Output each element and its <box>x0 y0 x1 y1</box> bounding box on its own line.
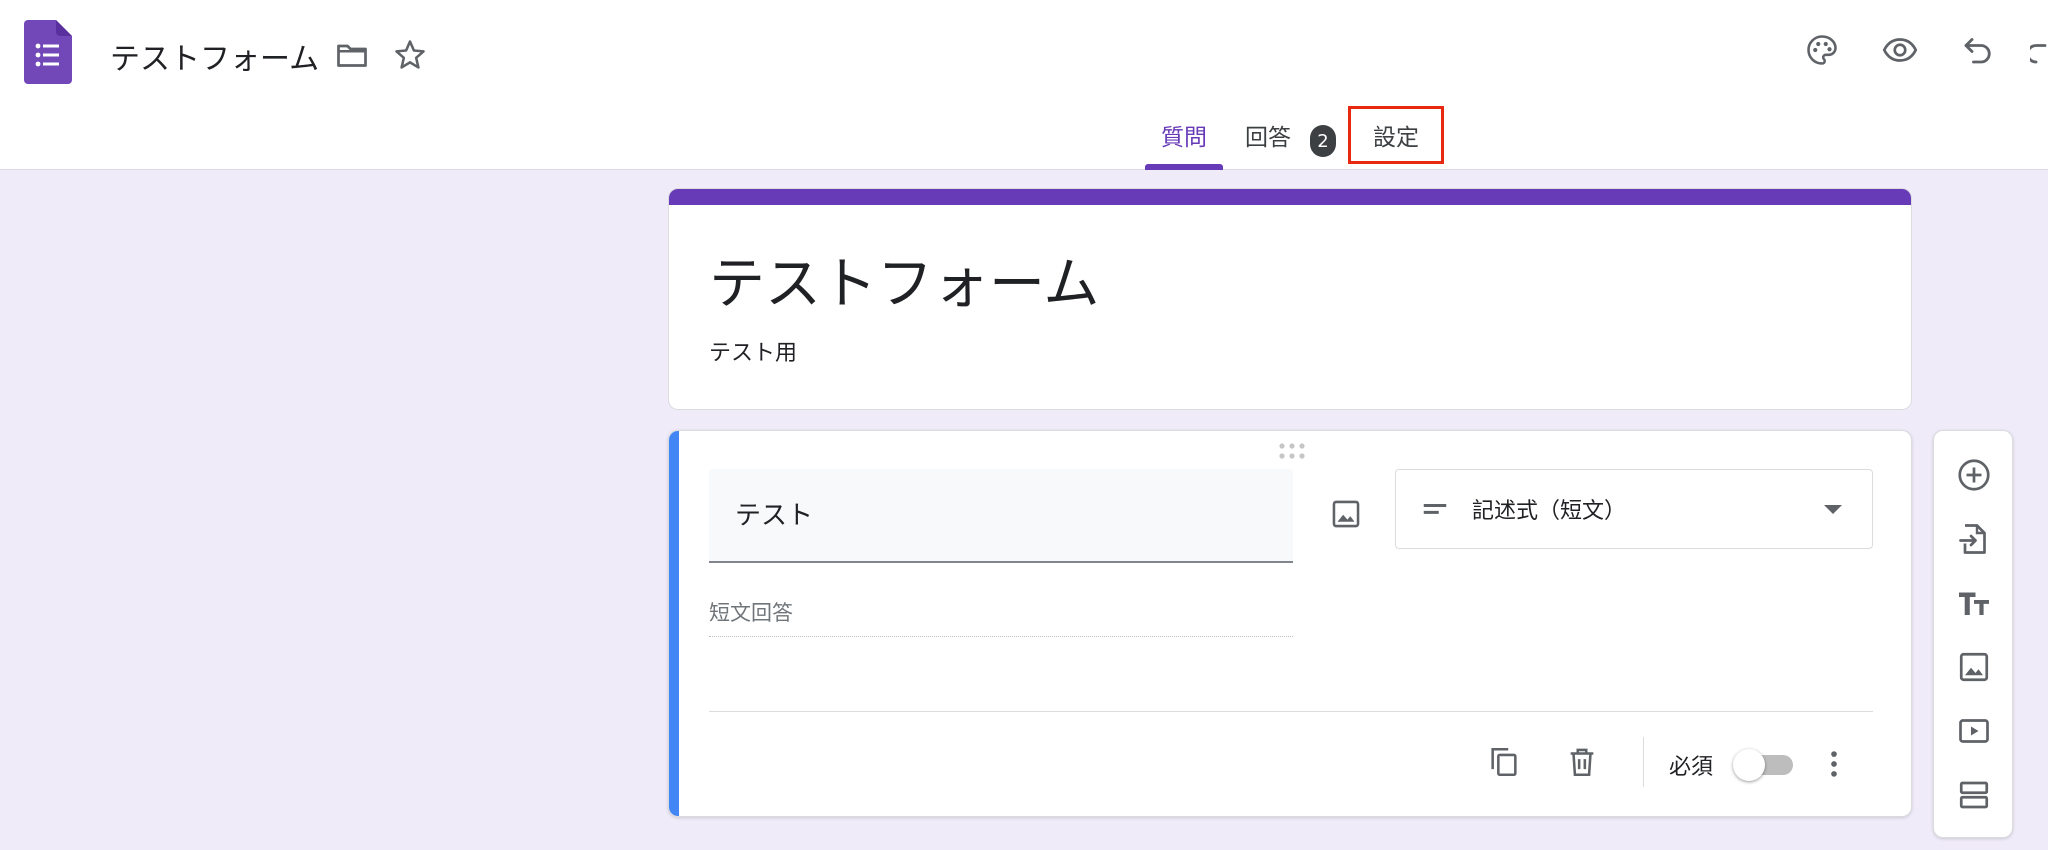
question-type-label: 記述式（短文） <box>1472 499 1627 524</box>
palette-icon[interactable] <box>1800 28 1844 72</box>
tab-questions[interactable]: 質問 <box>1161 118 1207 152</box>
question-card[interactable]: テスト 記述式（短文） 短文回答 必須 <box>668 430 1912 817</box>
import-icon[interactable] <box>1948 513 2000 565</box>
question-type-select[interactable]: 記述式（短文） <box>1395 469 1873 549</box>
drag-handle-icon[interactable] <box>1277 441 1307 461</box>
add-item-toolbar <box>1933 430 2013 838</box>
footer-vertical-divider <box>1643 737 1644 787</box>
form-title[interactable]: テストフォーム <box>709 239 1099 320</box>
title-card-accent-bar <box>669 189 1911 205</box>
forms-logo-icon[interactable] <box>24 20 72 84</box>
title-text-icon[interactable] <box>1948 577 2000 629</box>
question-footer-divider <box>709 711 1873 712</box>
question-title-input[interactable]: テスト <box>709 469 1293 563</box>
toggle-thumb <box>1733 749 1765 781</box>
add-image-icon[interactable] <box>1321 489 1371 539</box>
duplicate-icon[interactable] <box>1479 737 1529 787</box>
redo-icon[interactable] <box>2030 28 2048 72</box>
question-active-bar <box>669 431 679 816</box>
chevron-down-icon <box>1824 505 1842 514</box>
image-icon[interactable] <box>1948 641 2000 693</box>
short-text-icon <box>1423 504 1447 514</box>
tab-responses[interactable]: 回答 <box>1245 118 1291 152</box>
video-icon[interactable] <box>1948 705 2000 757</box>
tab-active-indicator <box>1145 164 1223 170</box>
add-circle-icon[interactable] <box>1948 449 2000 501</box>
required-toggle[interactable] <box>1733 749 1795 781</box>
star-icon[interactable] <box>388 33 432 77</box>
responses-count-badge: 2 <box>1310 125 1336 157</box>
form-description[interactable]: テスト用 <box>709 335 797 367</box>
section-icon[interactable] <box>1948 769 2000 821</box>
required-label: 必須 <box>1669 755 1714 780</box>
app-header: テストフォーム 質問 回答 2 設定 <box>0 0 2048 170</box>
form-title-card: テストフォーム テスト用 <box>668 188 1912 410</box>
eye-icon[interactable] <box>1878 28 1922 72</box>
short-answer-placeholder: 短文回答 <box>709 597 1293 637</box>
document-title[interactable]: テストフォーム <box>110 34 319 78</box>
tab-settings[interactable]: 設定 <box>1373 118 1419 152</box>
undo-icon[interactable] <box>1956 28 2000 72</box>
folder-icon[interactable] <box>330 33 374 77</box>
delete-icon[interactable] <box>1557 737 1607 787</box>
more-options-icon[interactable] <box>1809 739 1859 789</box>
